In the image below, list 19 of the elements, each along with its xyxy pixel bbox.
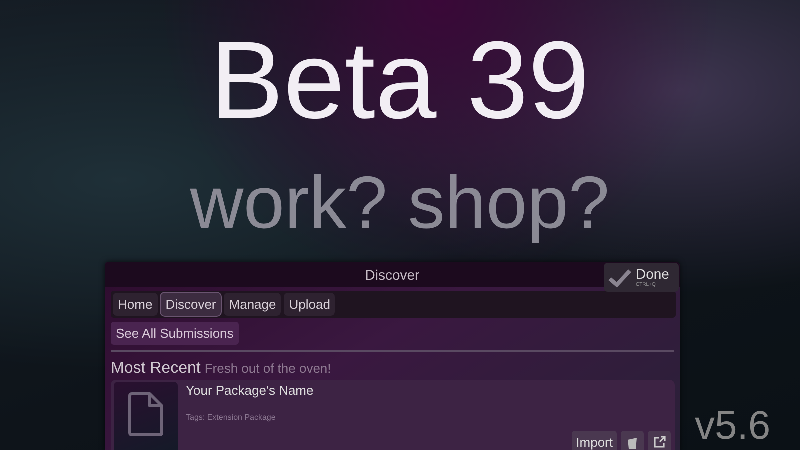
trash-icon — [626, 436, 639, 449]
open-link-button[interactable] — [648, 431, 671, 450]
headline: Beta 39 — [210, 26, 590, 136]
see-all-button[interactable]: See All Submissions — [111, 322, 239, 346]
section-title: Most Recent — [111, 360, 201, 378]
file-icon — [128, 392, 164, 437]
tab[interactable]: Manage — [224, 293, 282, 316]
checkmark-icon — [608, 268, 632, 288]
delete-button[interactable] — [621, 431, 644, 450]
tab[interactable]: Discover — [160, 293, 222, 316]
package-name: Your Package's Name — [186, 383, 315, 398]
external-link-icon — [653, 436, 666, 449]
window-title: Discover — [365, 266, 420, 283]
tab[interactable]: Home — [113, 293, 158, 316]
package-tags: Tags: Extension Package — [186, 413, 671, 422]
section-subtitle: Fresh out of the oven! — [204, 361, 332, 376]
tab[interactable]: Upload — [284, 293, 336, 316]
import-button[interactable]: Import — [572, 431, 617, 450]
version-label: v5.6 — [695, 406, 771, 446]
